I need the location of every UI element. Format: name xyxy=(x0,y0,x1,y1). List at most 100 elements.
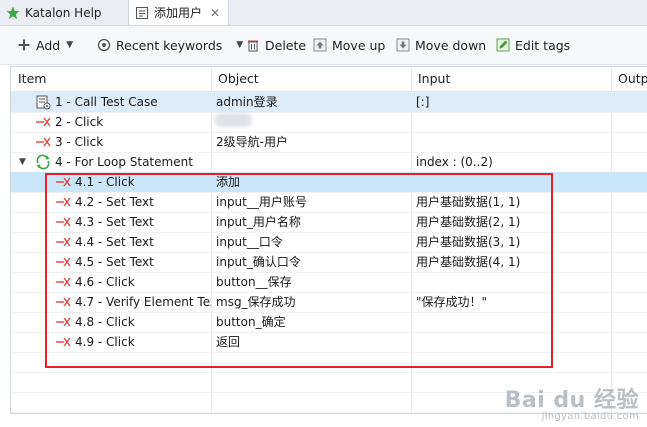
step-item-cell: 4.3 - Set Text xyxy=(11,212,211,232)
keyword-arrow-icon xyxy=(56,297,71,307)
move-down-label: Move down xyxy=(415,37,487,53)
step-input-cell[interactable]: 用户基础数据(2, 1) xyxy=(416,212,611,232)
recent-keywords-button[interactable]: Recent keywords ▼ xyxy=(96,36,243,54)
step-item-text: 3 - Click xyxy=(55,135,104,149)
step-input-cell[interactable] xyxy=(416,132,611,152)
step-item-cell: 4.8 - Click xyxy=(11,312,211,332)
keyword-arrow-icon xyxy=(56,317,71,327)
table-row[interactable]: 4.8 - Click button_确定 xyxy=(11,312,647,333)
move-up-button[interactable]: Move up xyxy=(312,36,385,54)
watermark: Bai du 经验 jingyan.baidu.com xyxy=(505,382,639,422)
chevron-down-icon[interactable]: ▼ xyxy=(19,152,26,172)
step-item-cell: 2 - Click xyxy=(11,112,211,132)
keyword-arrow-icon xyxy=(36,117,51,127)
step-item-cell: 1 - Call Test Case xyxy=(11,92,211,112)
step-input-cell[interactable]: index : (0..2) xyxy=(416,152,611,172)
test-steps-table: Item Object Input Outp 1 - Call Test Cas… xyxy=(10,66,647,414)
step-input-cell[interactable]: 用户基础数据(4, 1) xyxy=(416,252,611,272)
arrow-up-icon xyxy=(312,37,328,53)
table-row[interactable]: 4.6 - Click button__保存 xyxy=(11,272,647,293)
recent-keywords-icon xyxy=(96,37,112,53)
step-object-cell[interactable]: input_用户名称 xyxy=(216,212,411,232)
keyword-arrow-icon xyxy=(56,217,71,227)
column-header-input[interactable]: Input xyxy=(411,67,450,91)
step-input-cell[interactable] xyxy=(416,332,611,352)
recent-keywords-label: Recent keywords xyxy=(116,37,223,53)
step-object-cell[interactable]: 返回 xyxy=(216,332,411,352)
tab-add-user[interactable]: 添加用户 ✕ xyxy=(128,0,230,25)
step-input-cell[interactable]: 用户基础数据(1, 1) xyxy=(416,192,611,212)
keyword-arrow-icon xyxy=(56,337,71,347)
step-object-cell[interactable]: input_确认口令 xyxy=(216,252,411,272)
table-row[interactable]: 3 - Click 2级导航-用户 xyxy=(11,132,647,153)
step-object-cell[interactable]: input__用户账号 xyxy=(216,192,411,212)
step-input-cell[interactable] xyxy=(416,272,611,292)
table-row[interactable]: 4.9 - Click 返回 xyxy=(11,332,647,353)
table-row[interactable]: 4.5 - Set Text input_确认口令 用户基础数据(4, 1) xyxy=(11,252,647,273)
step-item-cell: 4.2 - Set Text xyxy=(11,192,211,212)
keyword-arrow-icon xyxy=(56,177,71,187)
table-row[interactable]: 4.4 - Set Text input__口令 用户基础数据(3, 1) xyxy=(11,232,647,253)
editor-tab-bar: Katalon Help 添加用户 ✕ xyxy=(0,0,647,26)
pencil-icon xyxy=(495,37,511,53)
delete-button[interactable]: Delete xyxy=(245,36,306,54)
step-item-text: 4.7 - Verify Element Tex xyxy=(75,295,211,309)
step-input-cell[interactable] xyxy=(416,172,611,192)
step-input-cell[interactable] xyxy=(416,112,611,132)
step-object-cell[interactable]: 2级导航-用户 xyxy=(216,132,411,152)
tab-katalon-help[interactable]: Katalon Help xyxy=(6,0,102,25)
step-input-cell[interactable]: [:] xyxy=(416,92,611,112)
table-row[interactable]: 4.1 - Click 添加 xyxy=(11,172,647,193)
step-item-text: 4.4 - Set Text xyxy=(75,235,154,249)
step-item-cell: 4.4 - Set Text xyxy=(11,232,211,252)
watermark-main: Bai du 经验 xyxy=(504,388,639,413)
step-input-cell[interactable] xyxy=(416,312,611,332)
column-header-item[interactable]: Item xyxy=(11,67,46,91)
keyword-arrow-icon xyxy=(36,137,51,147)
table-header: Item Object Input Outp xyxy=(11,67,647,92)
call-test-case-icon xyxy=(36,95,51,110)
edit-tags-label: Edit tags xyxy=(515,37,571,53)
tab-label: Katalon Help xyxy=(25,5,102,20)
step-item-cell: ▼ 4 - For Loop Statement xyxy=(11,152,211,172)
trash-icon xyxy=(245,37,261,53)
table-row[interactable]: 4.7 - Verify Element Tex msg_保存成功 "保存成功！… xyxy=(11,292,647,313)
step-item-text: 4.5 - Set Text xyxy=(75,255,154,269)
step-item-cell: 4.9 - Click xyxy=(11,332,211,352)
edit-tags-button[interactable]: Edit tags xyxy=(495,36,570,54)
close-tab-icon[interactable]: ✕ xyxy=(210,6,220,20)
loop-icon xyxy=(36,154,50,170)
step-object-cell[interactable]: admin登录 xyxy=(216,92,411,112)
step-object-cell[interactable]: input__口令 xyxy=(216,232,411,252)
step-input-cell[interactable]: "保存成功！" xyxy=(416,292,611,312)
move-down-button[interactable]: Move down xyxy=(395,36,486,54)
table-row[interactable]: 4.3 - Set Text input_用户名称 用户基础数据(2, 1) xyxy=(11,212,647,233)
keyword-arrow-icon xyxy=(56,257,71,267)
column-header-object[interactable]: Object xyxy=(211,67,259,91)
step-item-text: 4 - For Loop Statement xyxy=(55,155,193,169)
table-row[interactable]: ▼ 4 - For Loop Statement index : (0..2) xyxy=(11,152,647,173)
step-object-cell[interactable]: msg_保存成功 xyxy=(216,292,411,312)
table-row[interactable]: 2 - Click xyxy=(11,112,647,133)
step-object-cell[interactable]: 添加 xyxy=(216,172,411,192)
table-row[interactable]: 1 - Call Test Case admin登录 [:] xyxy=(11,92,647,113)
step-input-cell[interactable]: 用户基础数据(3, 1) xyxy=(416,232,611,252)
empty-row xyxy=(11,352,647,373)
step-item-cell: 3 - Click xyxy=(11,132,211,152)
step-item-text: 1 - Call Test Case xyxy=(55,95,158,109)
chevron-down-icon[interactable]: ▼ xyxy=(236,40,243,50)
step-item-cell: 4.5 - Set Text xyxy=(11,252,211,272)
chevron-down-icon[interactable]: ▼ xyxy=(66,40,73,50)
step-object-cell[interactable]: button__保存 xyxy=(216,272,411,292)
add-button[interactable]: Add ▼ xyxy=(16,36,73,54)
column-header-output[interactable]: Outp xyxy=(611,67,647,91)
move-up-label: Move up xyxy=(332,37,386,53)
blurred-object-value xyxy=(214,113,252,127)
step-object-cell[interactable]: button_确定 xyxy=(216,312,411,332)
test-case-toolbar: Add ▼ Recent keywords ▼ Delete Move up M… xyxy=(0,26,647,65)
test-case-icon xyxy=(136,6,148,19)
step-object-cell[interactable] xyxy=(216,152,411,172)
keyword-arrow-icon xyxy=(56,237,71,247)
table-row[interactable]: 4.2 - Set Text input__用户账号 用户基础数据(1, 1) xyxy=(11,192,647,213)
arrow-down-icon xyxy=(395,37,411,53)
